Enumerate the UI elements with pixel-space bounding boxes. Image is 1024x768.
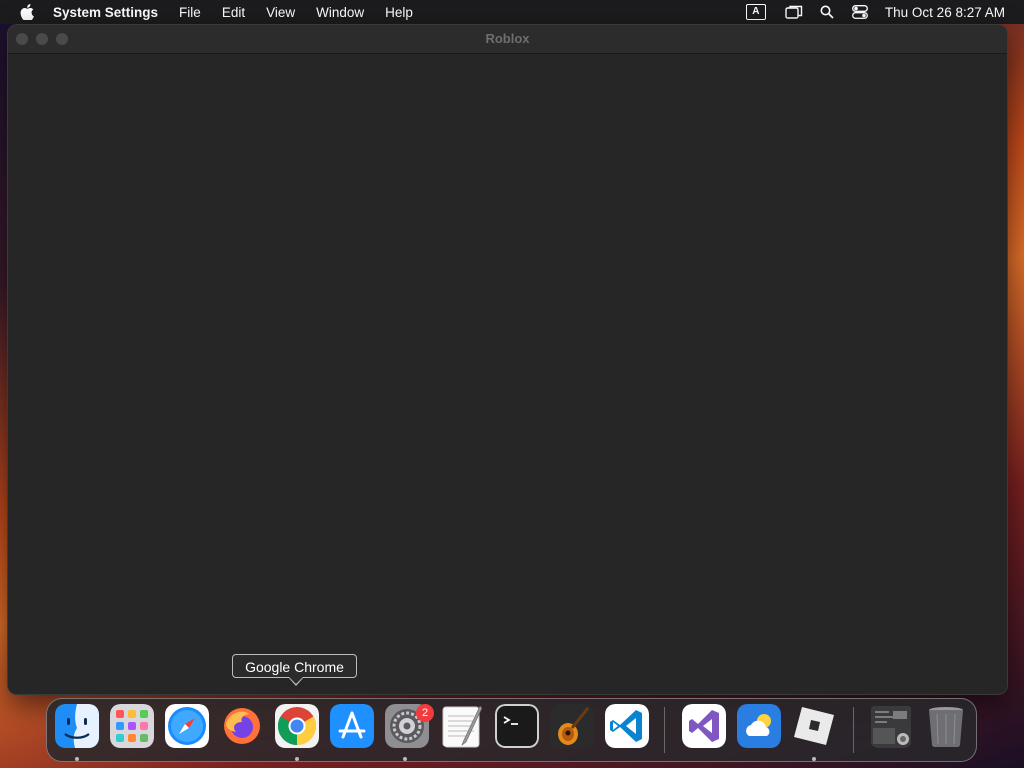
menu-view[interactable]: View bbox=[266, 5, 295, 20]
finder-icon[interactable] bbox=[55, 704, 99, 748]
menu-window[interactable]: Window bbox=[316, 5, 364, 20]
terminal-icon[interactable] bbox=[495, 704, 539, 748]
vscode-icon[interactable] bbox=[605, 704, 649, 748]
chrome-running-indicator bbox=[295, 757, 299, 761]
notification-badge: 2 bbox=[416, 704, 434, 722]
control-center-icon[interactable] bbox=[851, 5, 868, 19]
roblox-window: Roblox bbox=[8, 25, 1007, 694]
dock-separator-2 bbox=[853, 707, 854, 753]
window-content[interactable] bbox=[8, 54, 1007, 694]
window-title: Roblox bbox=[485, 31, 530, 46]
launchpad-icon[interactable] bbox=[110, 704, 154, 748]
apple-menu-icon[interactable] bbox=[18, 4, 36, 20]
roblox-icon[interactable] bbox=[792, 704, 836, 748]
visual-studio-icon[interactable] bbox=[682, 704, 726, 748]
input-source-icon[interactable]: A bbox=[745, 4, 766, 20]
dock-separator bbox=[664, 707, 665, 753]
tooltip-arrow-fill bbox=[289, 677, 303, 684]
firefox-icon[interactable] bbox=[220, 704, 264, 748]
dock-tooltip: Google Chrome bbox=[232, 654, 357, 678]
menubar-clock[interactable]: Thu Oct 26 8:27 AM bbox=[885, 5, 1005, 20]
menu-help[interactable]: Help bbox=[385, 5, 413, 20]
menu-file[interactable]: File bbox=[179, 5, 201, 20]
active-app-name[interactable]: System Settings bbox=[53, 5, 158, 20]
app-store-icon[interactable] bbox=[330, 704, 374, 748]
trash-icon[interactable] bbox=[924, 704, 968, 748]
dock: 2 bbox=[46, 698, 977, 762]
menu-edit[interactable]: Edit bbox=[222, 5, 245, 20]
safari-icon[interactable] bbox=[165, 704, 209, 748]
menu-bar: System Settings File Edit View Window He… bbox=[0, 0, 1024, 24]
window-titlebar[interactable]: Roblox bbox=[8, 25, 1007, 54]
spotlight-search-icon[interactable] bbox=[820, 5, 834, 19]
chrome-icon[interactable] bbox=[275, 704, 319, 748]
downloads-stack-icon[interactable] bbox=[869, 704, 913, 748]
weather-icon[interactable] bbox=[737, 704, 781, 748]
system-settings-running-indicator bbox=[403, 757, 407, 761]
roblox-running-indicator bbox=[812, 757, 816, 761]
finder-running-indicator bbox=[75, 757, 79, 761]
textedit-icon[interactable] bbox=[440, 704, 484, 748]
garageband-icon[interactable] bbox=[550, 704, 594, 748]
input-source-label: A bbox=[745, 4, 766, 20]
screen-mirroring-icon[interactable] bbox=[785, 5, 803, 19]
